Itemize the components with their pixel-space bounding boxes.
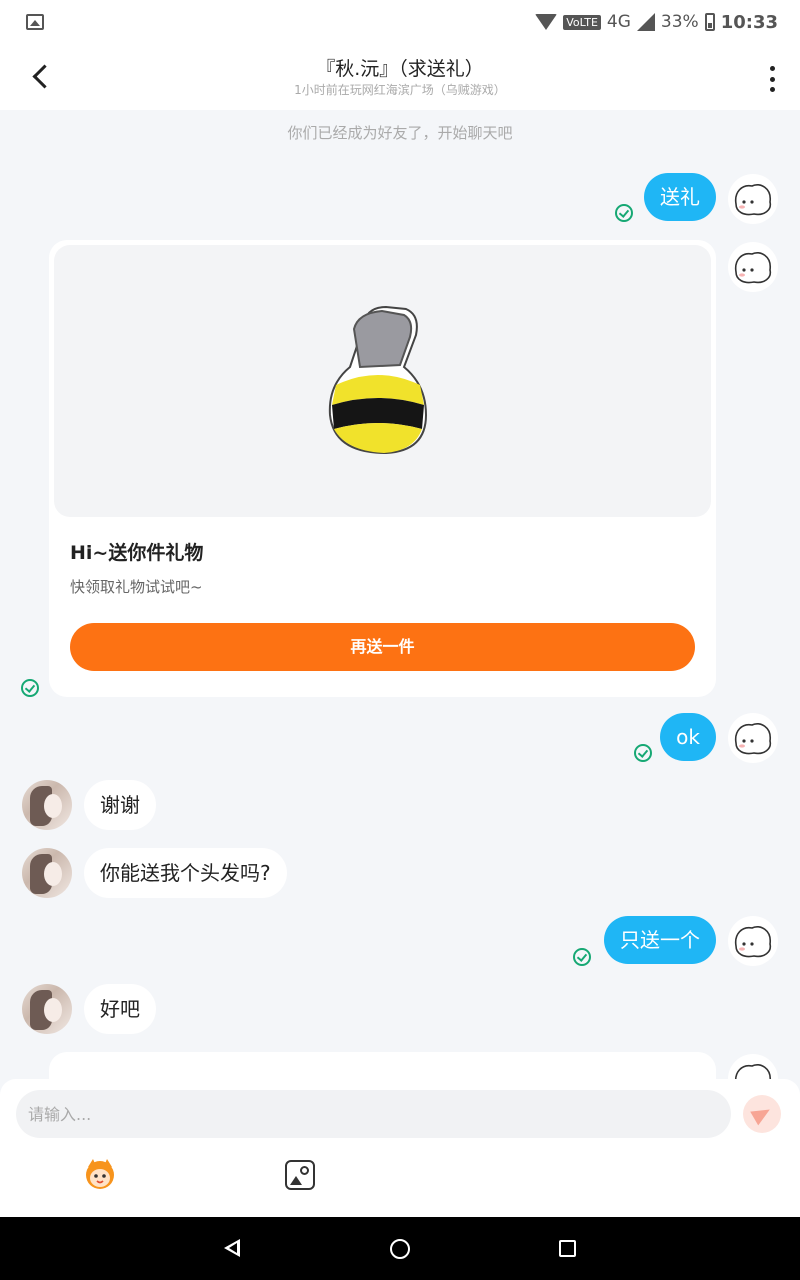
system-nav-bar <box>0 1217 800 1280</box>
emoji-monkey-icon[interactable] <box>80 1157 120 1191</box>
status-bar: VoLTE 4G 33% 10:33 <box>0 0 800 44</box>
signal-icon <box>636 13 655 31</box>
chat-input-bar <box>0 1079 800 1217</box>
image-notification-icon <box>26 14 44 30</box>
send-icon[interactable] <box>743 1095 781 1133</box>
more-vertical-icon[interactable] <box>768 66 776 92</box>
contact-avatar[interactable] <box>22 848 72 898</box>
sent-check-icon <box>615 204 633 222</box>
image-picker-icon[interactable] <box>285 1160 315 1190</box>
chat-title: 『秋.沅』（求送礼） <box>316 58 484 80</box>
contact-avatar[interactable] <box>22 984 72 1034</box>
bee-grenade-icon <box>328 305 428 455</box>
sent-check-icon <box>21 679 39 697</box>
cat-avatar-icon <box>734 252 772 284</box>
nav-back-icon[interactable] <box>224 1239 240 1257</box>
chat-subtitle: 1小时前在玩网红海滨广场（乌贼游戏） <box>294 83 506 97</box>
message-bubble-received[interactable]: 好吧 <box>84 984 156 1034</box>
contact-avatar[interactable] <box>22 780 72 830</box>
cat-avatar-icon <box>734 926 772 958</box>
status-icons: VoLTE 4G 33% 10:33 <box>535 10 778 34</box>
nav-recent-icon[interactable] <box>559 1240 576 1257</box>
gift-card-title: Hi~送你件礼物 <box>70 542 204 564</box>
send-another-gift-button[interactable]: 再送一件 <box>70 623 695 671</box>
wifi-icon <box>535 14 558 30</box>
my-avatar[interactable] <box>728 174 778 224</box>
network-type-label: 4G <box>606 12 631 32</box>
cat-avatar-icon <box>734 723 772 755</box>
message-input[interactable] <box>16 1090 731 1138</box>
message-bubble-received[interactable]: 你能送我个头发吗? <box>84 848 287 898</box>
battery-icon <box>704 13 715 31</box>
nav-home-icon[interactable] <box>390 1239 410 1259</box>
message-bubble-sent[interactable]: 送礼 <box>644 173 716 221</box>
message-bubble-sent[interactable]: 只送一个 <box>604 916 716 964</box>
message-bubble-received[interactable]: 谢谢 <box>84 780 156 830</box>
my-avatar[interactable] <box>728 713 778 763</box>
system-message: 你们已经成为好友了，开始聊天吧 <box>287 124 513 142</box>
gift-card-description: 快领取礼物试试吧~ <box>70 578 203 596</box>
clock: 10:33 <box>720 11 778 33</box>
volte-label: VoLTE <box>563 14 601 30</box>
my-avatar[interactable] <box>728 916 778 966</box>
my-avatar[interactable] <box>728 242 778 292</box>
battery-percent: 33% <box>660 12 699 32</box>
cat-avatar-icon <box>734 184 772 216</box>
chat-header: 『秋.沅』（求送礼） 1小时前在玩网红海滨广场（乌贼游戏） <box>0 44 800 110</box>
gift-card[interactable]: Hi~送你件礼物 快领取礼物试试吧~ 再送一件 <box>49 240 716 697</box>
sent-check-icon <box>634 744 652 762</box>
gift-image <box>54 245 711 517</box>
message-bubble-sent[interactable]: ok <box>660 713 716 761</box>
sent-check-icon <box>573 948 591 966</box>
